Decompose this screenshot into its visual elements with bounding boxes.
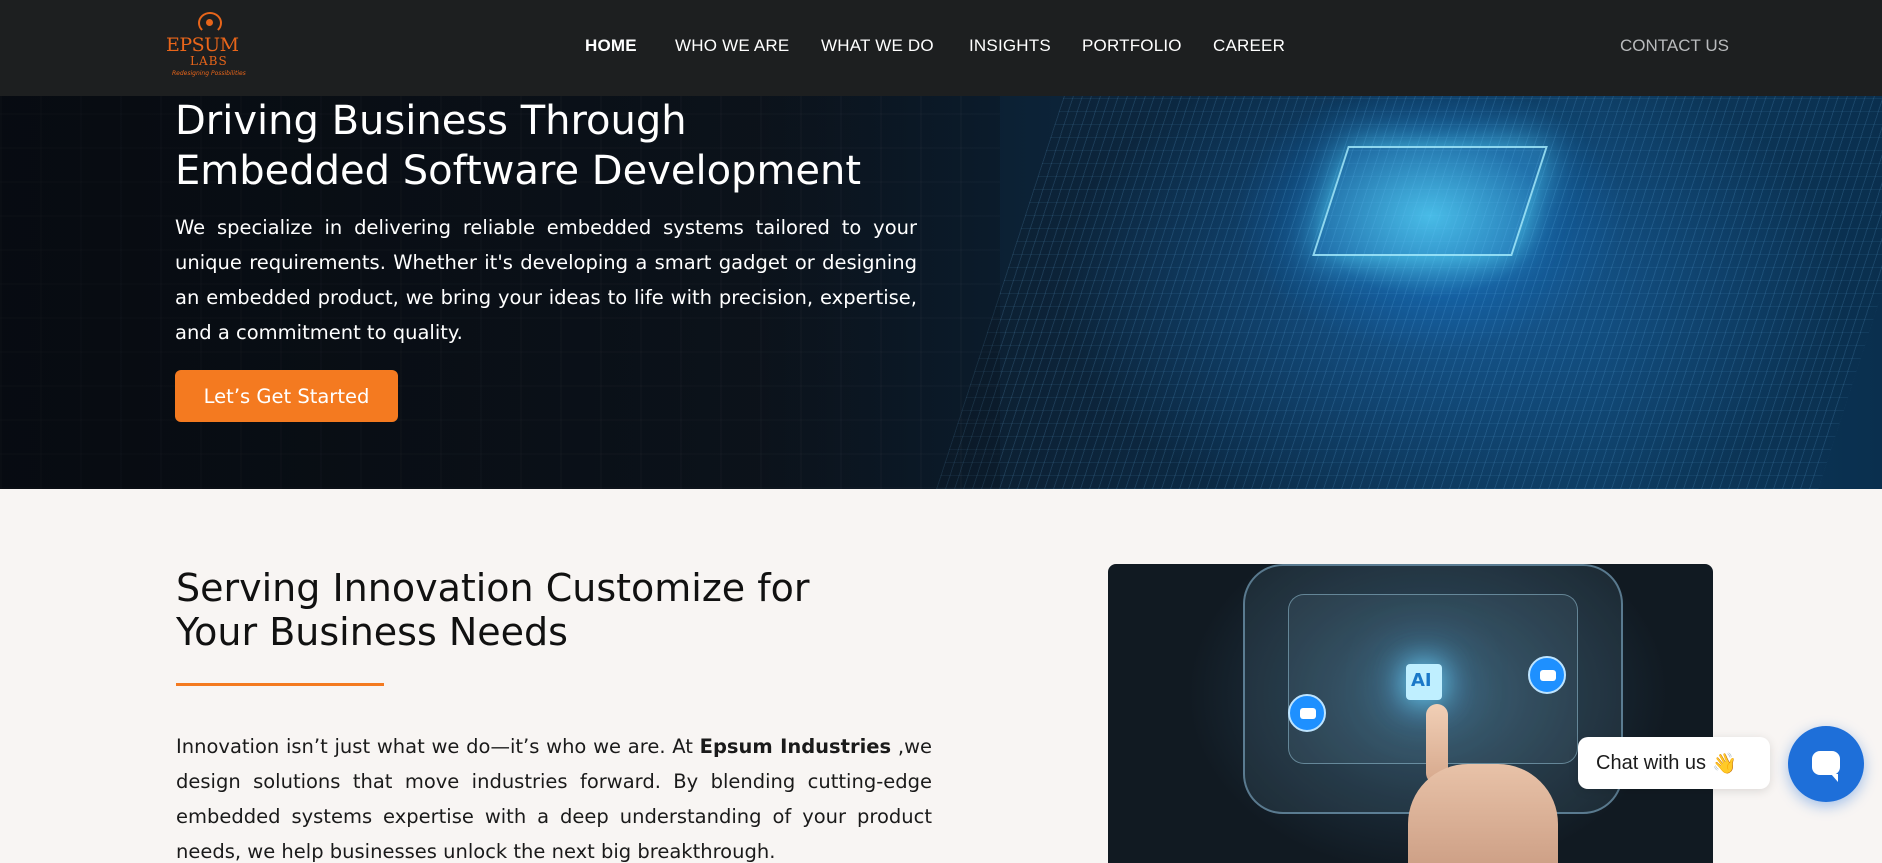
robot-icon-right <box>1528 656 1566 694</box>
section-divider <box>176 683 384 686</box>
logo-tagline: Redesigning Possibilities <box>172 70 246 77</box>
hand-graphic <box>1408 764 1558 863</box>
hero-banner: Driving Business Through Embedded Softwa… <box>0 96 1882 489</box>
hero-title-line2: Embedded Software Development <box>175 148 862 194</box>
logo-name: EPSUM <box>166 34 239 56</box>
get-started-button[interactable]: Let’s Get Started <box>175 370 398 422</box>
ai-illustration: AI <box>1108 564 1713 863</box>
company-name: Epsum Industries <box>699 735 892 758</box>
nav-portfolio[interactable]: PORTFOLIO <box>1082 36 1182 56</box>
glowing-chip-graphic <box>1312 146 1548 256</box>
nav-insights[interactable]: INSIGHTS <box>969 36 1051 56</box>
chat-with-us-bubble[interactable]: Chat with us 👋 <box>1578 737 1770 789</box>
nav-what-we-do[interactable]: WHAT WE DO <box>821 36 934 56</box>
nav-who-we-are[interactable]: WHO WE ARE <box>675 36 789 56</box>
chat-label: Chat with us <box>1596 751 1707 774</box>
section-text-prefix: Innovation isn’t just what we do—it’s wh… <box>176 735 700 758</box>
section-description: Innovation isn’t just what we do—it’s wh… <box>176 729 932 863</box>
chat-launcher-button[interactable] <box>1788 726 1864 802</box>
section-title-line1: Serving Innovation Customize for <box>176 566 810 610</box>
logo-head-icon <box>198 12 222 34</box>
waving-hand-icon: 👋 <box>1712 752 1737 775</box>
epsum-labs-logo[interactable]: EPSUM LABS Redesigning Possibilities <box>164 12 246 80</box>
nav-career[interactable]: CAREER <box>1213 36 1285 56</box>
hero-title-line1: Driving Business Through <box>175 98 687 144</box>
robot-icon-left <box>1288 694 1326 732</box>
nav-home[interactable]: HOME <box>585 36 637 56</box>
hero-description: We specialize in delivering reliable emb… <box>175 216 917 344</box>
logo-sub: LABS <box>190 54 228 68</box>
hero-title: Driving Business Through Embedded Softwa… <box>175 96 895 196</box>
ai-chip-label: AI <box>1411 670 1432 691</box>
contact-us-link[interactable]: CONTACT US <box>1620 36 1729 56</box>
top-navbar: EPSUM LABS Redesigning Possibilities HOM… <box>0 0 1882 96</box>
section-title-line2: Your Business Needs <box>176 610 568 654</box>
section-title: Serving Innovation Customize for Your Bu… <box>176 566 896 654</box>
chat-icon <box>1812 751 1840 782</box>
